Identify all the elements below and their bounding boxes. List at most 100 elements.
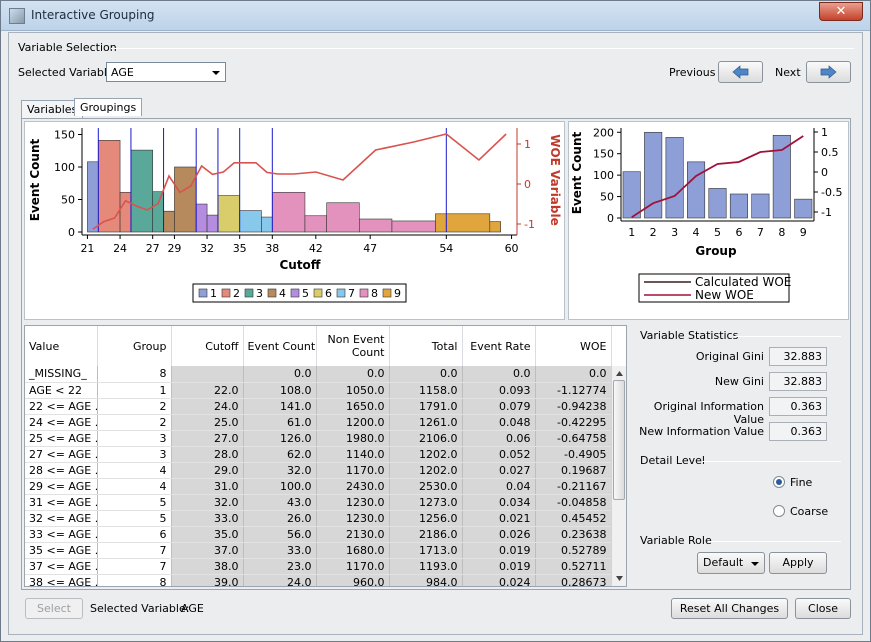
- legend-label: New WOE: [695, 288, 754, 302]
- selected-variable-combo[interactable]: AGE: [106, 62, 226, 82]
- column-header[interactable]: Event Rate: [462, 326, 536, 366]
- table-cell: -0.21167: [535, 478, 612, 495]
- table-cell: 1230.0: [316, 494, 390, 511]
- histogram-bar: [391, 220, 436, 233]
- column-header[interactable]: Non Event Count: [316, 326, 390, 366]
- tab-groupings[interactable]: Groupings: [74, 98, 143, 116]
- x-tick-label: 54: [439, 242, 453, 255]
- scroll-thumb[interactable]: [613, 380, 625, 500]
- value-cell: 38 <= AGE ...: [25, 574, 98, 586]
- table-cell: 2530.0: [389, 478, 463, 495]
- table-cell: 0.021: [462, 510, 536, 527]
- column-header[interactable]: Total: [389, 326, 463, 366]
- group-bar: [687, 161, 706, 219]
- column-header[interactable]: Value: [25, 326, 98, 366]
- divider: [734, 336, 841, 337]
- y-tick-label: 0: [68, 226, 75, 239]
- x-tick-label: 29: [167, 242, 181, 255]
- table-cell: -0.4905: [535, 446, 612, 463]
- histogram-bar: [195, 203, 208, 233]
- column-header[interactable]: Group: [97, 326, 172, 366]
- coarse-radio[interactable]: [773, 505, 785, 517]
- column-header[interactable]: WOE: [535, 326, 612, 366]
- legend-label: 8: [371, 287, 378, 300]
- next-button[interactable]: [806, 61, 851, 83]
- group-cell[interactable]: 6: [97, 526, 172, 543]
- footer-selected-variable-label: Selected Variable:: [90, 602, 190, 615]
- y-tick-label: 0: [607, 212, 614, 225]
- table-row[interactable]: 37 <= AGE ...738.023.01170.01193.00.0190…: [25, 558, 612, 575]
- group-cell[interactable]: 2: [97, 398, 172, 415]
- select-button[interactable]: Select: [25, 598, 83, 619]
- table-cell: 31.0: [171, 478, 244, 495]
- group-cell[interactable]: 3: [97, 430, 172, 447]
- group-cell[interactable]: 3: [97, 446, 172, 463]
- table-cell: 22.0: [171, 382, 244, 399]
- app-icon: [9, 8, 25, 24]
- value-cell: AGE < 22: [25, 382, 98, 399]
- column-header[interactable]: Cutoff: [171, 326, 244, 366]
- x-tick-label: 38: [265, 242, 279, 255]
- table-cell: 0.52711: [535, 558, 612, 575]
- window-close-button[interactable]: ✕: [819, 2, 863, 21]
- apply-button[interactable]: Apply: [769, 552, 827, 574]
- selected-variable-label: Selected Variable: [18, 66, 114, 79]
- table-row[interactable]: 29 <= AGE ...431.0100.02430.02530.00.04-…: [25, 478, 612, 495]
- group-bar: [622, 171, 641, 219]
- fine-radio[interactable]: [773, 476, 785, 488]
- table-cell: 0.19687: [535, 462, 612, 479]
- table-row[interactable]: AGE < 22 1 22.0 108.0 1050.0 1158.0 0.093 -1.12…: [25, 382, 612, 399]
- table-cell: 1158.0: [389, 382, 463, 399]
- table-row[interactable]: 28 <= AGE ...429.032.01170.01202.00.0270…: [25, 462, 612, 479]
- table-scrollbar[interactable]: [611, 366, 626, 586]
- title-bar: Interactive Grouping ✕: [1, 1, 870, 31]
- group-cell[interactable]: 7: [97, 558, 172, 575]
- y2-tick-label: -1: [821, 206, 832, 219]
- y2-tick-label: 0: [524, 178, 531, 191]
- table-row[interactable]: 24 <= AGE ...225.061.01200.01261.00.048-…: [25, 414, 612, 431]
- histogram-bar: [130, 149, 153, 233]
- group-cell[interactable]: 5: [97, 494, 172, 511]
- table-cell: 33.0: [243, 542, 317, 559]
- table-cell: 0.093: [462, 382, 536, 399]
- close-button[interactable]: Close: [795, 598, 851, 619]
- group-cell[interactable]: 8: [97, 574, 172, 586]
- table-cell: 56.0: [243, 526, 317, 543]
- group-cell[interactable]: 1: [97, 382, 172, 399]
- value-cell: 28 <= AGE ...: [25, 462, 98, 479]
- previous-button[interactable]: [718, 61, 763, 83]
- group-event-count-chart: 0 50 100 150 200 -1 -0.5 0 0.5 1 1 2 3 4 5 6 7 8 9 Group Eve…: [570, 126, 842, 303]
- group-cell[interactable]: 8: [97, 366, 172, 383]
- table-row[interactable]: 22 <= AGE ...224.0141.01650.01791.00.079…: [25, 398, 612, 415]
- reset-all-changes-button[interactable]: Reset All Changes: [671, 598, 788, 619]
- table-cell: -0.42295: [535, 414, 612, 431]
- y-tick-label: 150: [593, 148, 614, 161]
- stat-value: 0.363: [769, 397, 827, 416]
- y2-axis-label: WOE Variable: [548, 134, 562, 226]
- x-tick-label: 32: [200, 242, 214, 255]
- variable-role-dropdown[interactable]: Default: [697, 552, 765, 574]
- histogram-bar: [239, 210, 262, 233]
- group-cell[interactable]: 5: [97, 510, 172, 527]
- table-cell: -0.64758: [535, 430, 612, 447]
- table-cell: 984.0: [389, 574, 463, 586]
- table-row[interactable]: 32 <= AGE ...533.026.01230.01256.00.0210…: [25, 510, 612, 527]
- group-cell[interactable]: 4: [97, 462, 172, 479]
- x-tick-label: 60: [505, 242, 519, 255]
- table-cell: 0.019: [462, 542, 536, 559]
- group-bar: [644, 131, 663, 219]
- table-row[interactable]: _MISSING_ 8 0.0 0.0 0.0 0.0 0.0: [25, 366, 612, 383]
- table-row[interactable]: 33 <= AGE ...635.056.02130.02186.00.0260…: [25, 526, 612, 543]
- group-cell[interactable]: 7: [97, 542, 172, 559]
- arrow-left-icon: [732, 65, 749, 79]
- table-row[interactable]: 35 <= AGE ...737.033.01680.01713.00.0190…: [25, 542, 612, 559]
- table-cell: 1230.0: [316, 510, 390, 527]
- table-row[interactable]: 38 <= AGE ...839.024.0960.0984.00.0240.2…: [25, 574, 612, 586]
- table-row[interactable]: 25 <= AGE ...327.0126.01980.02106.00.06-…: [25, 430, 612, 447]
- table-row[interactable]: 31 <= AGE ...532.043.01230.01273.00.034-…: [25, 494, 612, 511]
- group-cell[interactable]: 2: [97, 414, 172, 431]
- y2-tick-label: -1: [524, 218, 535, 231]
- group-cell[interactable]: 4: [97, 478, 172, 495]
- table-row[interactable]: 27 <= AGE ...328.062.01140.01202.00.052-…: [25, 446, 612, 463]
- column-header[interactable]: Event Count: [243, 326, 317, 366]
